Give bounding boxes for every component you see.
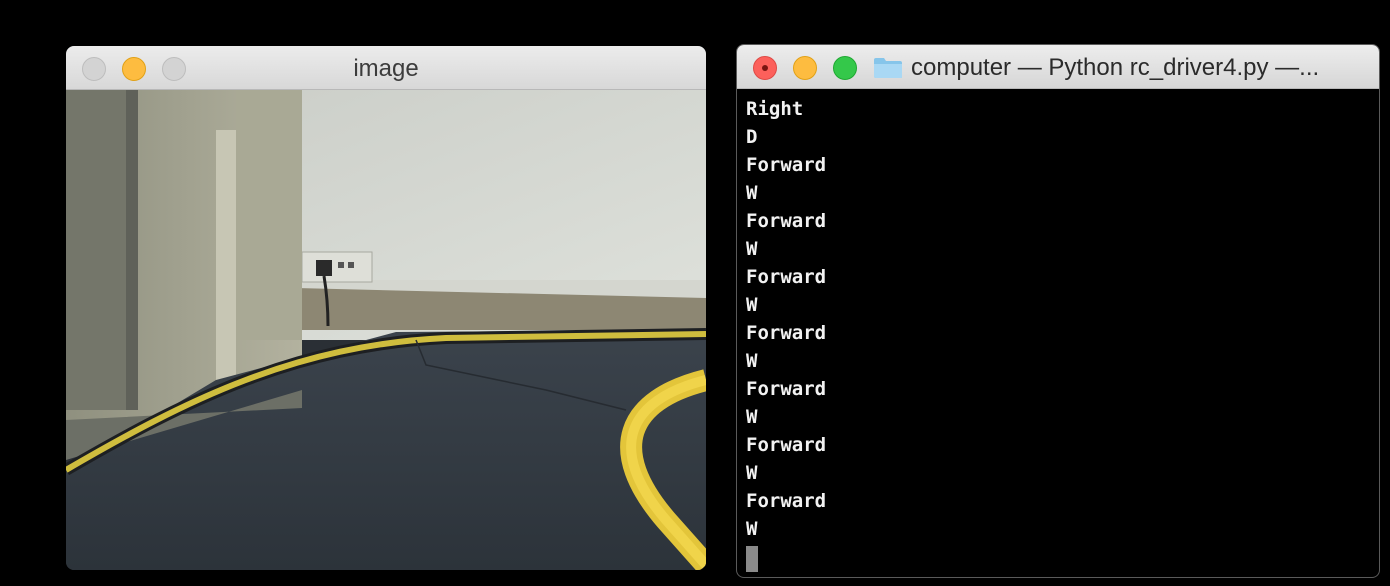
image-window-titlebar[interactable]: image (66, 46, 706, 90)
terminal-line: W (746, 182, 758, 204)
terminal-line: W (746, 518, 758, 540)
terminal-line: Forward (746, 322, 827, 344)
terminal-line: W (746, 406, 758, 428)
terminal-output[interactable]: Right D Forward W Forward W Forward W Forward W Fo… (746, 95, 1371, 572)
terminal-line: D (746, 126, 758, 148)
terminal-line: W (746, 350, 758, 372)
terminal-line: Forward (746, 266, 827, 288)
minimize-button[interactable] (793, 56, 817, 80)
image-window: image (66, 46, 706, 570)
terminal-line: Forward (746, 154, 827, 176)
terminal-window: computer — Python rc_driver4.py —... Rig… (736, 44, 1380, 578)
terminal-line: Forward (746, 434, 827, 456)
camera-image (66, 90, 706, 570)
terminal-line: W (746, 238, 758, 260)
terminal-line: Forward (746, 490, 827, 512)
close-button[interactable] (753, 56, 777, 80)
terminal-prompt-line (746, 543, 1371, 572)
terminal-line: W (746, 462, 758, 484)
terminal-window-titlebar[interactable]: computer — Python rc_driver4.py —... (737, 45, 1379, 89)
camera-frame (66, 90, 706, 570)
close-dot-icon (762, 65, 768, 71)
terminal-window-title: computer — Python rc_driver4.py —... (911, 54, 1320, 81)
folder-icon (874, 58, 902, 78)
terminal-line: Forward (746, 378, 827, 400)
terminal-cursor (746, 545, 758, 572)
terminal-line: W (746, 294, 758, 316)
zoom-button[interactable] (833, 56, 857, 80)
image-window-title: image (353, 55, 419, 82)
terminal-line: Right (746, 98, 804, 120)
terminal-line: Forward (746, 210, 827, 232)
